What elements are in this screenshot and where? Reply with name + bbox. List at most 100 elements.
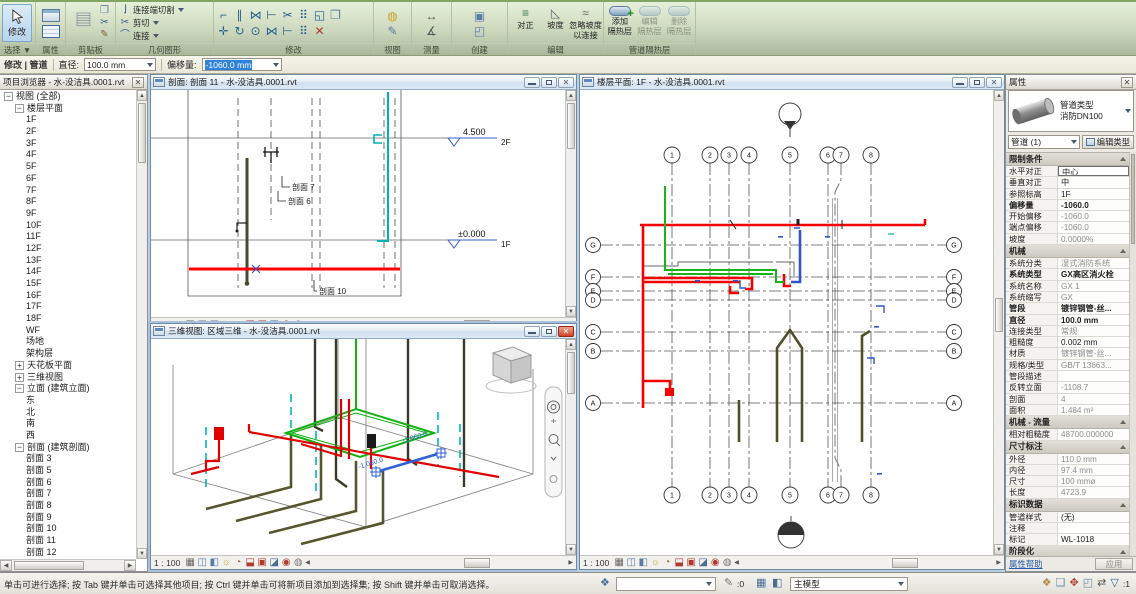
- tree-item[interactable]: −剖面 (建筑剖面): [0, 442, 136, 454]
- minimize-icon[interactable]: [952, 77, 968, 88]
- array2-icon[interactable]: ⠿: [296, 24, 311, 38]
- collapse-icon[interactable]: −: [15, 443, 24, 452]
- detail-level-icon[interactable]: ◫: [625, 557, 637, 569]
- property-row[interactable]: 管段描述: [1006, 371, 1129, 382]
- view-panel-label[interactable]: 视图: [374, 43, 411, 55]
- property-row[interactable]: 水平对正中心: [1006, 166, 1129, 177]
- linework-icon[interactable]: ✎: [385, 24, 400, 38]
- active-workset-icon[interactable]: ❖: [600, 577, 610, 590]
- red-pipes[interactable]: [191, 399, 499, 477]
- scroll-right-icon[interactable]: ▶: [996, 559, 1001, 566]
- project-browser-vscrollbar[interactable]: ▲ ▼: [136, 90, 147, 559]
- scroll-down-icon[interactable]: ▼: [137, 548, 147, 559]
- geometry-panel-label[interactable]: 几何图形: [116, 43, 213, 55]
- tree-item[interactable]: 7F: [0, 185, 136, 197]
- property-row[interactable]: 开始偏移-1060.0: [1006, 211, 1129, 222]
- shadows-icon[interactable]: ◔: [661, 557, 673, 569]
- property-row[interactable]: 系统分类湿式消防系统: [1006, 258, 1129, 269]
- scroll-thumb[interactable]: [464, 558, 490, 568]
- pin-icon[interactable]: ⊙: [248, 24, 263, 38]
- temporary-hide-icon[interactable]: ◪: [697, 557, 709, 569]
- properties-titlebar[interactable]: 属性 ✕: [1006, 75, 1136, 90]
- property-group-header[interactable]: 限制条件: [1006, 153, 1129, 166]
- scroll-down-icon[interactable]: ▼: [566, 544, 576, 555]
- tree-item[interactable]: 剖面 10: [0, 523, 136, 535]
- collapse-chevron-icon[interactable]: [1120, 420, 1126, 424]
- expand-icon[interactable]: +: [15, 373, 24, 382]
- scroll-right-icon[interactable]: ▶: [568, 559, 573, 566]
- maximize-icon[interactable]: [969, 77, 985, 88]
- mirror-icon[interactable]: ⋈: [248, 8, 263, 22]
- property-row[interactable]: 参照标高1F: [1006, 189, 1129, 200]
- scroll-up-icon[interactable]: ▲: [137, 90, 147, 101]
- rotate-icon[interactable]: ↻: [232, 24, 247, 38]
- copy-tool-icon[interactable]: ❐: [328, 8, 343, 22]
- property-row[interactable]: 尺寸100 mmø: [1006, 476, 1129, 487]
- property-group-header[interactable]: 尺寸标注: [1006, 441, 1129, 454]
- olive-risers[interactable]: [739, 330, 870, 442]
- property-row[interactable]: 连接类型常规: [1006, 326, 1129, 337]
- floor-plan-vscrollbar[interactable]: ▲ ▼: [993, 90, 1004, 555]
- property-row[interactable]: 管段镀锌钢管-丝...: [1006, 303, 1129, 314]
- property-row[interactable]: 粗糙度0.002 mm: [1006, 337, 1129, 348]
- property-row[interactable]: 偏移量-1060.0: [1006, 200, 1129, 211]
- maximize-icon[interactable]: [541, 77, 557, 88]
- collapse-icon[interactable]: −: [15, 384, 24, 393]
- property-row[interactable]: 相对粗糙度48700.000000: [1006, 429, 1129, 440]
- sun-path-icon[interactable]: ☼: [649, 557, 661, 569]
- press-drag-icon[interactable]: ⇄: [1097, 577, 1106, 590]
- tree-item[interactable]: 11F: [0, 231, 136, 243]
- three-d-drawing-area[interactable]: -1,060.0 -1,060.0: [151, 339, 576, 555]
- close-icon[interactable]: ✕: [1121, 77, 1133, 88]
- extend-icon[interactable]: ⊢: [280, 24, 295, 38]
- view-scale[interactable]: 1 : 100: [583, 558, 609, 568]
- visual-style-icon[interactable]: ◧: [637, 557, 649, 569]
- detail-level-icon[interactable]: ◫: [196, 557, 208, 569]
- three-d-vscrollbar[interactable]: ▲ ▼: [565, 339, 576, 555]
- clipboard-panel-label[interactable]: 剪贴板: [66, 43, 115, 55]
- scroll-thumb[interactable]: [14, 561, 84, 570]
- justify-button[interactable]: ≡ 对正: [512, 4, 540, 42]
- scroll-left-icon[interactable]: ◀: [305, 559, 310, 566]
- tree-item[interactable]: 架构层: [0, 348, 136, 360]
- collapse-icon[interactable]: −: [4, 92, 13, 101]
- property-row[interactable]: 端点偏移-1060.0: [1006, 222, 1129, 233]
- join-end-cut-button[interactable]: ⌋连接端切割: [118, 4, 185, 17]
- reveal-hidden-icon[interactable]: ◉: [709, 557, 721, 569]
- tree-item[interactable]: −视图 (全部): [0, 91, 136, 103]
- type-properties-icon[interactable]: [42, 25, 60, 38]
- view-cube[interactable]: [486, 347, 536, 393]
- tree-item[interactable]: 14F: [0, 266, 136, 278]
- align-icon[interactable]: ⌐: [216, 8, 231, 22]
- tree-item[interactable]: 13F: [0, 255, 136, 267]
- property-row[interactable]: 系统缩写GX: [1006, 292, 1129, 303]
- property-row[interactable]: 垂直对正中: [1006, 177, 1129, 188]
- create-assembly-icon[interactable]: ◰: [472, 24, 487, 38]
- tree-item[interactable]: 10F: [0, 220, 136, 232]
- tree-item[interactable]: 12F: [0, 243, 136, 255]
- tree-item[interactable]: 剖面 5: [0, 465, 136, 477]
- scroll-thumb[interactable]: [995, 298, 1003, 332]
- steering-wheel-icon[interactable]: ◍: [292, 557, 304, 569]
- design-options-icon[interactable]: ▦: [756, 577, 766, 590]
- match-type-icon[interactable]: ✎: [99, 30, 111, 41]
- measure-icon[interactable]: ↔: [424, 9, 439, 23]
- split-icon[interactable]: ✂: [280, 8, 295, 22]
- crop-view-icon[interactable]: ⬓: [244, 557, 256, 569]
- dimension-label[interactable]: -1,060.0: [402, 431, 429, 445]
- property-row[interactable]: 直径100.0 mm: [1006, 315, 1129, 326]
- editable-only-icon[interactable]: ✎: [724, 577, 733, 590]
- steering-wheel-icon[interactable]: ◍: [721, 557, 733, 569]
- floor-plan-drawing-area[interactable]: 12345678 12345678 GFEDCBA GFEDCBA: [580, 90, 1004, 555]
- scale-icon[interactable]: ▦: [184, 557, 196, 569]
- scroll-down-icon[interactable]: ▼: [994, 544, 1004, 555]
- tree-item[interactable]: 17F: [0, 301, 136, 313]
- tree-item[interactable]: 西: [0, 430, 136, 442]
- chevron-down-icon[interactable]: [1125, 109, 1131, 113]
- property-row[interactable]: 坡度0.0000%: [1006, 234, 1129, 245]
- modify-panel-label[interactable]: 修改: [214, 43, 373, 55]
- select-panel-label[interactable]: 选择 ▼: [0, 43, 35, 55]
- offset-combo[interactable]: -1060.0 mm: [202, 58, 282, 71]
- move-icon[interactable]: ✛: [216, 24, 231, 38]
- create-panel-label[interactable]: 创建: [452, 43, 507, 55]
